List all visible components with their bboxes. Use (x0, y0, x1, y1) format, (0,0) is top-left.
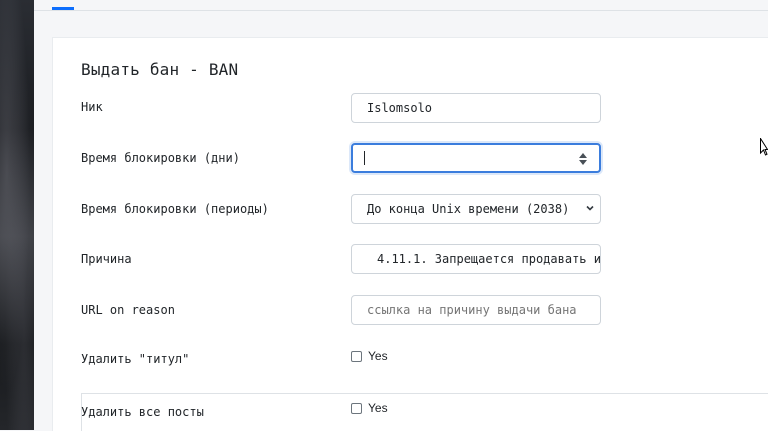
remove-posts-option[interactable]: Yes (351, 401, 388, 415)
ban-form-card: Выдать бан - BAN Ник Islomsolo Время бло… (52, 37, 768, 431)
ban-period-select[interactable]: До конца Unix времени (2038) (351, 194, 601, 224)
nick-input[interactable]: Islomsolo (351, 93, 601, 123)
page-title: Выдать бан - BAN (81, 60, 239, 79)
reason-selected: 4.11.1. Запрещается продавать и (377, 252, 600, 266)
ban-days-input[interactable] (351, 143, 601, 173)
remove-title-label: Удалить "титул" (81, 352, 190, 366)
ban-period-selected: До конца Unix времени (2038) (367, 202, 570, 216)
active-tab-indicator[interactable] (52, 7, 74, 10)
url-reason-input[interactable] (351, 295, 601, 325)
remove-title-option[interactable]: Yes (351, 349, 388, 363)
remove-title-checkbox[interactable] (351, 350, 362, 362)
nick-label: Ник (81, 100, 103, 114)
chevron-down-icon (586, 205, 594, 211)
remove-posts-yes: Yes (368, 401, 388, 415)
reason-select[interactable]: 4.11.1. Запрещается продавать и (351, 244, 601, 274)
reason-label: Причина (81, 252, 132, 266)
ban-period-label: Время блокировки (периоды) (81, 202, 269, 216)
url-reason-label: URL on reason (81, 303, 175, 317)
remove-title-yes: Yes (368, 349, 388, 363)
remove-posts-checkbox[interactable] (351, 402, 362, 414)
ban-days-label: Время блокировки (дни) (81, 151, 240, 165)
mouse-pointer-icon (760, 138, 768, 156)
nick-value: Islomsolo (367, 101, 433, 115)
text-caret (364, 151, 365, 165)
main-content: Выдать бан - BAN Ник Islomsolo Время бло… (34, 0, 768, 431)
tab-bar (34, 0, 768, 11)
number-spinner-icon[interactable] (579, 153, 587, 165)
remove-posts-label: Удалить все посты (81, 405, 204, 419)
background-image (0, 0, 34, 430)
